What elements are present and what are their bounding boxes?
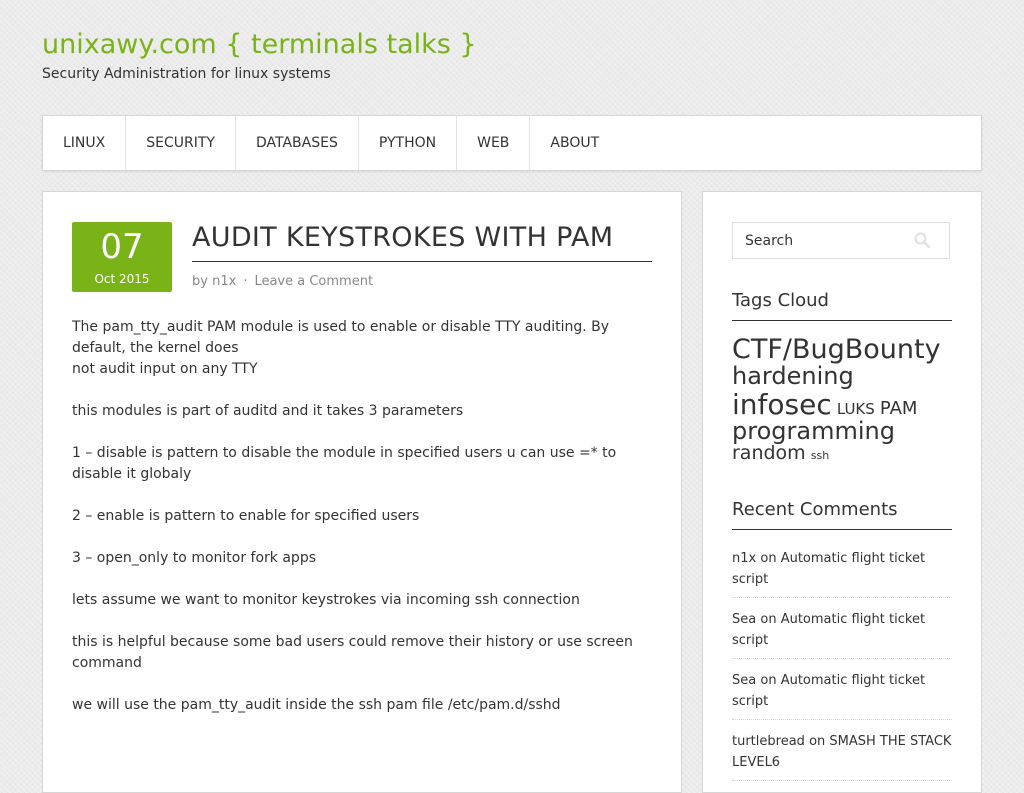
tag-link[interactable]: ssh: [811, 449, 829, 462]
comment-author: Sea: [732, 612, 757, 627]
post-body: The pam_tty_audit PAM module is used to …: [72, 317, 647, 737]
tags-cloud-title: Tags Cloud: [732, 290, 952, 321]
post-paragraph: lets assume we want to monitor keystroke…: [72, 592, 580, 608]
nav-item-python[interactable]: PYTHON: [359, 116, 458, 170]
comment-on: on: [760, 551, 777, 566]
comment-on: on: [809, 734, 826, 749]
nav-item-about[interactable]: ABOUT: [530, 116, 619, 170]
recent-comments-title: Recent Comments: [732, 499, 952, 530]
tag-link[interactable]: random: [732, 442, 806, 464]
post-paragraph: The pam_tty_audit PAM module is used to …: [72, 317, 647, 380]
post-paragraph: 3 – open_only to monitor fork apps: [72, 550, 316, 566]
search-icon[interactable]: [913, 231, 931, 249]
date-badge: 07 Oct 2015: [72, 222, 172, 292]
paragraph-line: The pam_tty_audit PAM module is used to …: [72, 319, 610, 356]
list-item: Sea on Automatic flight ticket script: [732, 670, 952, 720]
post-paragraph: this modules is part of auditd and it ta…: [72, 403, 464, 419]
post-paragraph: this is helpful because some bad users c…: [72, 634, 633, 671]
post-paragraph: 1 – disable is pattern to disable the mo…: [72, 445, 617, 482]
list-item: turtlebread on SMASH THE STACK LEVEL6: [732, 731, 952, 781]
recent-comments-list: n1x on Automatic flight ticket script Se…: [732, 548, 952, 792]
author-link[interactable]: n1x: [212, 274, 236, 289]
leave-comment-link[interactable]: Leave a Comment: [254, 274, 373, 289]
date-day: 07: [100, 227, 144, 267]
comment-on: on: [760, 673, 777, 688]
list-item: Sea on Automatic flight ticket script: [732, 609, 952, 659]
tag-link[interactable]: PAM: [880, 398, 918, 419]
tag-cloud: CTF/BugBounty hardening infosec LUKS PAM…: [732, 334, 954, 464]
nav-item-security[interactable]: SECURITY: [126, 116, 236, 170]
tag-link[interactable]: programming: [732, 417, 895, 445]
search-input[interactable]: [733, 225, 905, 256]
post-paragraph: we will use the pam_tty_audit inside the…: [72, 697, 561, 713]
comment-author: Sea: [732, 673, 757, 688]
site-description: Security Administration for linux system…: [42, 66, 331, 82]
meta-by: by: [192, 274, 208, 289]
search-form: [732, 222, 950, 259]
tag-link[interactable]: LUKS: [837, 400, 875, 418]
date-month: Oct 2015: [94, 272, 150, 286]
tag-link[interactable]: hardening: [732, 362, 854, 390]
post-panel: 07 Oct 2015 AUDIT KEYSTROKES WITH PAM by…: [42, 191, 682, 793]
list-item: n1x on Automatic flight ticket script: [732, 548, 952, 598]
post-paragraph: 2 – enable is pattern to enable for spec…: [72, 508, 420, 524]
tag-link[interactable]: infosec: [732, 388, 832, 421]
sidebar: Tags Cloud CTF/BugBounty hardening infos…: [702, 191, 982, 793]
post-title[interactable]: AUDIT KEYSTROKES WITH PAM: [192, 222, 652, 262]
comment-author: n1x: [732, 551, 757, 566]
comment-author: turtlebread: [732, 734, 805, 749]
site-title[interactable]: unixawy.com { terminals talks }: [42, 29, 477, 60]
meta-separator: ·: [243, 274, 248, 289]
main-nav: LINUX SECURITY DATABASES PYTHON WEB ABOU…: [42, 115, 982, 171]
comment-on: on: [760, 612, 777, 627]
nav-item-linux[interactable]: LINUX: [43, 116, 127, 170]
nav-item-web[interactable]: WEB: [457, 116, 531, 170]
paragraph-line: not audit input on any TTY: [72, 361, 258, 377]
tag-link[interactable]: CTF/BugBounty: [732, 334, 941, 365]
nav-item-databases[interactable]: DATABASES: [236, 116, 359, 170]
post-meta: by n1x · Leave a Comment: [192, 274, 373, 289]
